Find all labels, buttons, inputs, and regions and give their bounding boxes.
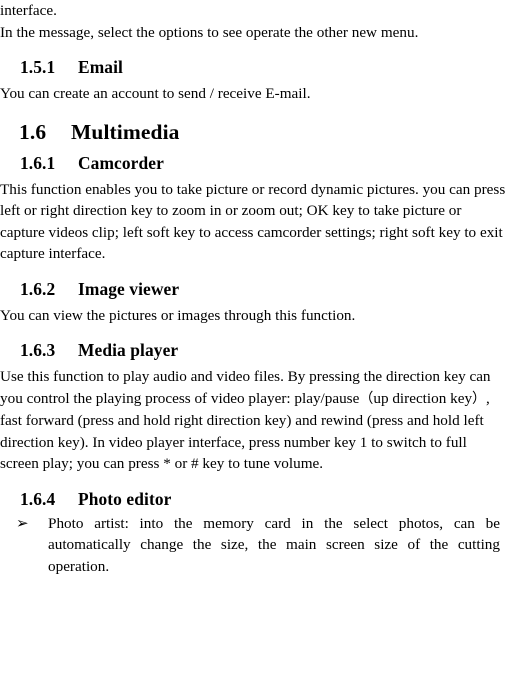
arrowhead-bullet-icon: ➢ (16, 513, 29, 532)
media-player-paren-text: up direction key (373, 389, 473, 407)
heading-photo-editor-title: Photo editor (78, 488, 172, 509)
paragraph-email-body: You can create an account to send / rece… (0, 85, 311, 102)
heading-multimedia-number: 1.6 (19, 119, 47, 144)
heading-email-number: 1.5.1 (20, 57, 56, 77)
list-item: ➢ Photo artist: into the memory card in … (0, 513, 506, 578)
heading-image-viewer: 1.6.2 Image viewer (0, 278, 506, 301)
paragraph-intro-body: In the message, select the options to se… (0, 23, 419, 41)
heading-multimedia-title: Multimedia (71, 119, 180, 144)
paragraph-media-player-body: Use this function to play audio and vide… (0, 366, 506, 475)
heading-image-viewer-number: 1.6.2 (20, 278, 56, 299)
heading-image-viewer-title: Image viewer (78, 278, 180, 299)
heading-media-player-title: Media player (78, 340, 179, 360)
heading-camcorder-title: Camcorder (78, 152, 164, 173)
paragraph-image-viewer-body: You can view the pictures or images thro… (0, 306, 356, 324)
paragraph-camcorder-body: This function enables you to take pictur… (0, 180, 506, 263)
heading-camcorder: 1.6.1 Camcorder (0, 152, 506, 175)
heading-media-player: 1.6.3 Media player (0, 339, 506, 362)
heading-multimedia: 1.6 Multimedia (0, 119, 506, 146)
heading-email-title: Email (78, 57, 123, 77)
heading-email: 1.5.1 Email (0, 56, 506, 79)
heading-camcorder-number: 1.6.1 (20, 152, 56, 173)
heading-photo-editor: 1.6.4 Photo editor (0, 488, 506, 511)
heading-photo-editor-number: 1.6.4 (20, 488, 56, 509)
heading-media-player-number: 1.6.3 (20, 340, 56, 360)
list-item-text: Photo artist: into the memory card in th… (48, 514, 500, 575)
paren-close: ） (472, 390, 487, 407)
document-page: interface. In the message, select the op… (0, 0, 506, 688)
paren-open: （ (359, 390, 374, 407)
paragraph-intro-tail: interface. (0, 2, 57, 19)
